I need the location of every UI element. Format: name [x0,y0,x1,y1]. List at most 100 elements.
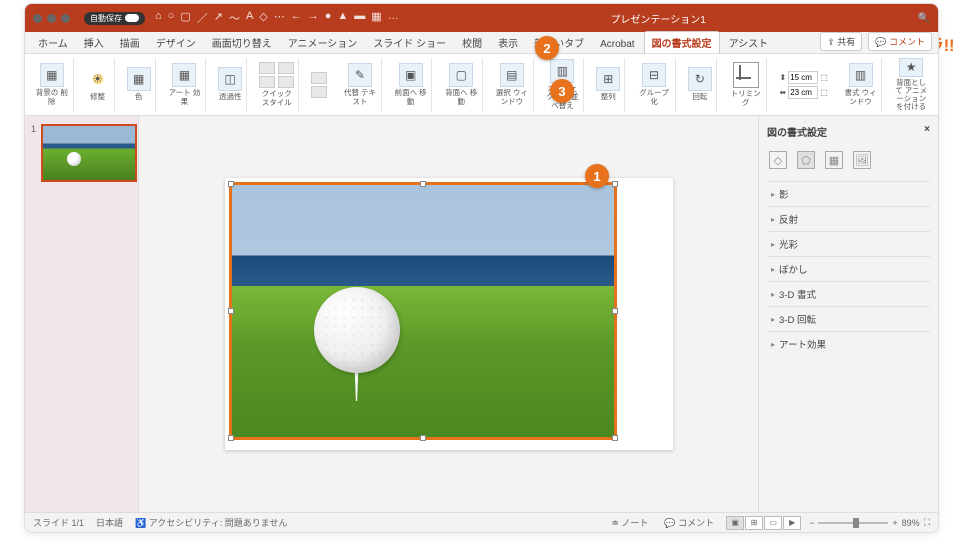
resize-handle[interactable] [420,181,426,187]
size-tab-icon[interactable]: ▦ [825,151,843,169]
effects-tab-icon[interactable]: ⬠ [797,151,815,169]
zoom-level[interactable]: 89% [902,518,920,528]
zoom-control[interactable]: − + 89% ⛶ [809,517,930,528]
picture-tab-icon[interactable]: 🖼 [853,151,871,169]
panel-glow[interactable]: 光彩 [767,231,930,256]
arrow-left-icon[interactable]: ← [291,10,302,26]
remove-bg-button[interactable]: ▦背景の 削除 [31,58,74,112]
workspace: 1 [25,116,938,512]
color-button[interactable]: ▦色 [123,58,156,112]
comments-button[interactable]: 💬 コメント [660,515,718,530]
send-backward-button[interactable]: ▢背面へ 移動 [440,58,483,112]
slideshow-view-icon[interactable]: ▶ [783,516,801,530]
autosave-toggle[interactable]: 自動保存 [84,12,145,25]
resize-handle[interactable] [228,181,234,187]
ellipsis-icon[interactable]: … [388,10,399,26]
search-icon[interactable]: 🔍 [918,13,930,24]
sorter-view-icon[interactable]: ⊞ [745,516,763,530]
group-button[interactable]: ⊟グループ 化 [633,58,676,112]
text-icon[interactable]: A [246,10,253,26]
tab-picture-format[interactable]: 図の書式設定 [644,31,720,53]
resize-handle[interactable] [420,435,426,441]
selection-pane-button[interactable]: ▤選択 ウィンドウ [491,58,534,112]
panel-shadow[interactable]: 影 [767,181,930,206]
arrow-right-icon[interactable]: → [308,10,319,26]
panel-reflection[interactable]: 反射 [767,206,930,231]
slide-thumbnail-1[interactable] [41,124,137,182]
titlebar: 自動保存 ⌂ ○ ▢ ／ ↗ 〜 A ◇ ⋯ ← → ● ▲ ▬ ▦ … プレゼ… [25,4,938,32]
resize-handle[interactable] [612,308,618,314]
tab-slideshow[interactable]: スライド ショー [366,32,453,53]
panel-3d-format[interactable]: 3-D 書式 [767,281,930,306]
language[interactable]: 日本語 [96,516,123,529]
resize-handle[interactable] [228,435,234,441]
format-pane-button[interactable]: ▥書式 ウィンドウ [840,58,883,112]
notes-button[interactable]: ≐ ノート [607,515,652,530]
slide-canvas[interactable] [139,116,758,512]
resize-handle[interactable] [612,181,618,187]
bring-forward-button[interactable]: ▣前面へ 移動 [390,58,433,112]
artistic-button[interactable]: ▦アート 効果 [164,58,207,112]
status-bar: スライド 1/1 日本語 ♿ アクセシビリティ: 問題ありません ≐ ノート 💬… [25,512,938,532]
tab-acrobat[interactable]: Acrobat [593,36,641,53]
image-icon[interactable]: ▦ [371,10,381,26]
tab-transitions[interactable]: 画面切り替え [205,32,279,53]
panel-artistic[interactable]: アート効果 [767,331,930,356]
fit-icon[interactable]: ⛶ [924,517,930,528]
tab-home[interactable]: ホーム [31,32,75,53]
format-panel: 図の書式設定 × ◇ ⬠ ▦ 🖼 影 反射 光彩 ぼかし 3-D 書式 3-D 回… [758,116,938,512]
comment-button[interactable]: 💬 コメント [868,32,932,51]
align-button[interactable]: ⊞整列 [592,58,625,112]
reading-view-icon[interactable]: ▭ [764,516,782,530]
selected-image[interactable] [229,182,617,440]
tab-insert[interactable]: 挿入 [77,32,111,53]
arrow-icon[interactable]: ↗ [214,10,223,26]
size-inputs[interactable]: ⬍⬚ ⬌⬚ [775,58,831,112]
height-input[interactable] [788,71,818,84]
panel-blur[interactable]: ぼかし [767,256,930,281]
corrections-button[interactable]: ☀修整 [82,58,115,112]
tab-design[interactable]: デザイン [149,32,203,53]
crop-button[interactable]: トリミング [725,58,768,112]
quick-style-button[interactable]: クイック スタイル [255,58,299,112]
window-controls[interactable] [33,14,70,23]
circle-icon[interactable]: ○ [168,10,175,26]
close-panel-icon[interactable]: × [924,124,930,139]
normal-view-icon[interactable]: ▣ [726,516,744,530]
close-icon[interactable] [33,14,42,23]
home-icon[interactable]: ⌂ [155,10,162,26]
panel-3d-rotate[interactable]: 3-D 回転 [767,306,930,331]
width-input[interactable] [788,86,818,99]
slide[interactable] [225,178,673,450]
alt-text-button[interactable]: ✎代替 テキスト [339,58,382,112]
zoom-in-icon[interactable]: + [892,518,897,528]
panel-title: 図の書式設定 [767,124,827,139]
quick-access[interactable]: ⌂ ○ ▢ ／ ↗ 〜 A ◇ ⋯ ← → ● ▲ ▬ ▦ … [155,10,399,26]
tab-animations[interactable]: アニメーション [281,32,365,53]
curve-icon[interactable]: 〜 [229,10,240,26]
animate-bg-button[interactable]: ★背面として アニメーションを付ける [890,58,932,112]
more-icon[interactable]: ⋯ [274,10,285,26]
zoom-slider[interactable] [853,518,859,528]
maximize-icon[interactable] [61,14,70,23]
tab-assist[interactable]: アシスト [722,32,776,53]
line-icon[interactable]: ／ [197,10,208,26]
minimize-icon[interactable] [47,14,56,23]
transparency-button[interactable]: ◫透過性 [214,58,247,112]
resize-handle[interactable] [228,308,234,314]
picture-border[interactable] [307,58,331,112]
zoom-out-icon[interactable]: − [809,518,814,528]
triangle-icon[interactable]: ▲ [337,10,348,26]
resize-handle[interactable] [612,435,618,441]
tab-review[interactable]: 校閲 [455,32,489,53]
dot-icon[interactable]: ● [325,10,332,26]
tab-draw[interactable]: 描画 [113,32,147,53]
fill-tab-icon[interactable]: ◇ [769,151,787,169]
tab-view[interactable]: 表示 [491,32,525,53]
share-button[interactable]: ⇪ 共有 [820,32,862,51]
accessibility[interactable]: ♿ アクセシビリティ: 問題ありません [135,516,287,529]
square-icon[interactable]: ▢ [180,10,190,26]
rotate-button[interactable]: ↻回転 [684,58,717,112]
rect-icon[interactable]: ▬ [354,10,365,26]
shapes-icon[interactable]: ◇ [259,10,267,26]
